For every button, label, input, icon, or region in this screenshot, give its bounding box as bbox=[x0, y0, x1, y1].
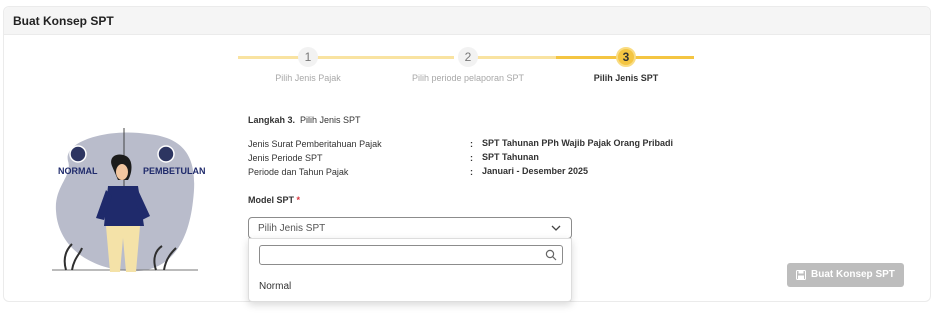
illustration-label-normal: NORMAL bbox=[58, 166, 98, 176]
spt-type-illustration: NORMAL PEMBETULAN bbox=[52, 128, 206, 272]
step-3-number: 3 bbox=[616, 47, 636, 67]
model-spt-label-text: Model SPT bbox=[248, 195, 295, 205]
step-2-number: 2 bbox=[458, 47, 478, 67]
dropdown-search-input[interactable] bbox=[259, 245, 563, 265]
create-spt-draft-label: Buat Konsep SPT bbox=[811, 269, 895, 280]
card-header: Buat Konsep SPT bbox=[4, 7, 930, 35]
step-3-label: Pilih Jenis SPT bbox=[593, 73, 659, 83]
dropdown-option-normal[interactable]: Normal bbox=[259, 281, 291, 292]
info-value: SPT Tahunan bbox=[482, 152, 539, 162]
spt-type-select[interactable]: Pilih Jenis SPT bbox=[248, 217, 572, 239]
step-1-number: 1 bbox=[298, 47, 318, 67]
save-icon bbox=[796, 270, 806, 280]
create-spt-draft-button[interactable]: Buat Konsep SPT bbox=[787, 263, 904, 287]
info-separator: : bbox=[470, 153, 473, 163]
spt-type-dropdown: Normal bbox=[248, 238, 572, 302]
step-title: Langkah 3. bbox=[248, 115, 296, 125]
search-icon bbox=[545, 249, 557, 261]
page-title: Buat Konsep SPT bbox=[13, 14, 114, 28]
step-2-label: Pilih periode pelaporan SPT bbox=[411, 73, 525, 83]
spt-type-select-placeholder: Pilih Jenis SPT bbox=[258, 223, 326, 234]
info-separator: : bbox=[470, 167, 473, 177]
info-separator: : bbox=[470, 139, 473, 149]
model-spt-label: Model SPT * bbox=[248, 195, 300, 205]
info-label: Jenis Surat Pemberitahuan Pajak bbox=[248, 139, 382, 149]
chevron-down-icon bbox=[551, 225, 561, 231]
info-label: Jenis Periode SPT bbox=[248, 153, 323, 163]
step-connector bbox=[476, 56, 556, 59]
step-1-label: Pilih Jenis Pajak bbox=[275, 73, 341, 83]
info-label: Periode dan Tahun Pajak bbox=[248, 167, 349, 177]
info-value: Januari - Desember 2025 bbox=[482, 166, 589, 176]
step-subtitle: Pilih Jenis SPT bbox=[300, 115, 361, 125]
info-value: SPT Tahunan PPh Wajib Pajak Orang Pribad… bbox=[482, 138, 674, 148]
required-mark: * bbox=[296, 195, 301, 205]
step-connector bbox=[238, 56, 454, 59]
illustration-label-pembetulan: PEMBETULAN bbox=[143, 166, 206, 176]
